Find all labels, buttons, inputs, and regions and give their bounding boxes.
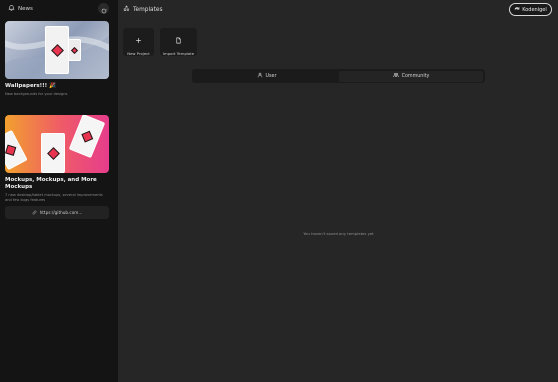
card-description: 7 new desktop/tablet mockups, several im… xyxy=(5,193,103,202)
phone-mockup xyxy=(68,39,81,61)
sidebar-header: News xyxy=(0,0,118,18)
card-title: Wallpapers!!! 🎉 xyxy=(5,83,56,89)
templates-title: Templates xyxy=(133,6,163,13)
phone-mockup xyxy=(41,133,65,173)
templates-icon xyxy=(123,5,130,14)
app-logo xyxy=(81,130,93,142)
news-title: News xyxy=(18,5,33,12)
page-title: Templates xyxy=(123,5,162,14)
tab-community[interactable]: Community xyxy=(339,70,483,82)
template-tabs: User Community xyxy=(192,69,485,83)
mockups-image xyxy=(5,115,109,173)
app-logo xyxy=(46,146,60,160)
phone-mockup xyxy=(68,115,106,159)
github-link-button[interactable]: https://github.com... xyxy=(5,206,109,220)
import-template-button[interactable]: Import Template xyxy=(160,28,197,56)
card-title: Mockups, Mockups, and More Mockups xyxy=(5,177,97,190)
import-template-label: Import Template xyxy=(162,50,195,56)
user-icon xyxy=(257,72,263,80)
card-description: New backgrounds for your designs xyxy=(5,92,68,96)
news-heading: News xyxy=(8,4,33,13)
link-icon xyxy=(32,210,37,216)
app-logo xyxy=(70,46,79,54)
tab-user[interactable]: User xyxy=(194,71,339,82)
refresh-icon xyxy=(101,0,107,18)
news-card-mockups[interactable]: Mockups, Mockups, and More Mockups 7 new… xyxy=(5,115,109,220)
empty-state-message: You haven't saved any templates yet xyxy=(303,231,374,236)
app-logo xyxy=(50,43,64,57)
kofi-button[interactable]: Kodenigel xyxy=(509,3,552,16)
plus-icon xyxy=(135,29,142,48)
kofi-icon xyxy=(514,6,520,14)
news-card-wallpapers[interactable]: Wallpapers!!! 🎉 New backgrounds for your… xyxy=(5,21,109,97)
refresh-button[interactable] xyxy=(98,3,109,14)
tab-community-label: Community xyxy=(401,73,430,79)
wallpapers-image xyxy=(5,21,109,79)
users-icon xyxy=(392,72,399,80)
new-project-button[interactable]: New Project xyxy=(123,28,154,56)
phone-mockup xyxy=(5,129,28,171)
bell-icon xyxy=(8,4,15,13)
kofi-label: Kodenigel xyxy=(522,6,547,13)
sidebar: News Wallpapers!!! 🎉 New backgrounds for… xyxy=(0,0,118,382)
phone-mockup xyxy=(45,26,69,74)
app-logo xyxy=(5,144,16,156)
tab-user-label: User xyxy=(265,73,277,79)
link-label: https://github.com... xyxy=(39,210,83,216)
file-icon xyxy=(175,29,182,48)
new-project-label: New Project xyxy=(127,50,150,56)
